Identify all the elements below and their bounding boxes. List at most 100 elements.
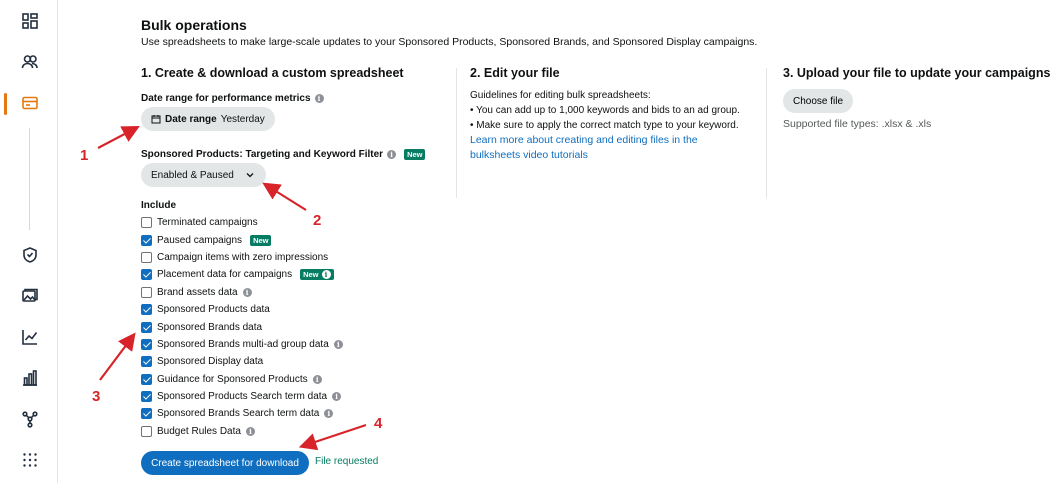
calendar-icon xyxy=(151,115,161,124)
column-divider xyxy=(766,68,767,198)
page-title: Bulk operations xyxy=(141,17,247,33)
include-option-label: Sponsored Products data xyxy=(157,304,270,316)
include-option-label: Brand assets data xyxy=(157,286,238,298)
include-checkbox[interactable] xyxy=(141,391,152,403)
integrations-icon[interactable] xyxy=(20,409,40,429)
new-badge: New xyxy=(404,149,426,160)
include-checkbox[interactable] xyxy=(141,217,152,229)
dashboard-icon[interactable] xyxy=(20,11,40,31)
include-option-row[interactable]: Sponsored Products data xyxy=(141,301,441,318)
include-option-row[interactable]: Brand assets data i xyxy=(141,284,441,301)
nav-divider xyxy=(29,128,30,230)
annotation-number-1: 1 xyxy=(80,147,89,164)
include-option-row[interactable]: Campaign items with zero impressions xyxy=(141,249,441,266)
supported-file-types: Supported file types: .xlsx & .xls xyxy=(783,118,932,130)
include-option-row[interactable]: Paused campaigns New xyxy=(141,231,441,248)
include-checkbox[interactable] xyxy=(141,321,152,333)
active-nav-indicator xyxy=(4,93,7,115)
brand-safety-icon[interactable] xyxy=(20,245,40,265)
include-option-label: Campaign items with zero impressions xyxy=(157,251,329,263)
annotation-arrow xyxy=(97,125,140,149)
filter-label: Sponsored Products: Targeting and Keywor… xyxy=(141,149,426,160)
reports-icon[interactable] xyxy=(20,327,40,347)
include-option-row[interactable]: Sponsored Brands multi-ad group data i xyxy=(141,336,441,353)
include-option-row[interactable]: Sponsored Brands Search term data i xyxy=(141,405,441,422)
column-divider xyxy=(456,68,457,198)
guidelines-heading: Guidelines for editing bulk spreadsheets… xyxy=(470,90,651,101)
info-icon[interactable]: i xyxy=(312,374,322,384)
date-range-label: Date range for performance metrics i xyxy=(141,93,324,104)
left-nav-sidebar xyxy=(0,0,58,483)
include-checkbox[interactable] xyxy=(141,373,152,385)
filter-dropdown-value: Enabled & Paused xyxy=(151,169,234,181)
info-icon[interactable]: i xyxy=(321,270,331,280)
filter-dropdown[interactable]: Enabled & Paused xyxy=(141,163,266,187)
media-icon[interactable] xyxy=(20,286,40,306)
tutorials-link[interactable]: Learn more about creating and editing fi… xyxy=(470,134,698,161)
include-option-row[interactable]: Guidance for Sponsored Products i xyxy=(141,371,441,388)
date-range-button[interactable]: Date range Yesterday xyxy=(141,107,275,131)
new-badge: New i xyxy=(300,269,334,281)
campaigns-icon[interactable] xyxy=(20,93,40,113)
include-checkbox[interactable] xyxy=(141,286,152,298)
include-option-label: Guidance for Sponsored Products xyxy=(157,373,308,385)
info-icon[interactable]: i xyxy=(314,94,324,103)
include-checkbox[interactable] xyxy=(141,251,152,263)
include-option-label: Sponsored Products Search term data xyxy=(157,391,328,403)
include-option-label: Sponsored Brands multi-ad group data xyxy=(157,338,329,350)
main-content: Bulk operations Use spreadsheets to make… xyxy=(58,0,1054,483)
choose-file-button[interactable]: Choose file xyxy=(783,89,853,113)
filter-label-text: Sponsored Products: Targeting and Keywor… xyxy=(141,149,384,160)
create-spreadsheet-button[interactable]: Create spreadsheet for download xyxy=(141,451,309,475)
include-checkbox[interactable] xyxy=(141,269,152,281)
annotation-number-4: 4 xyxy=(374,415,383,432)
info-icon[interactable]: i xyxy=(242,287,252,297)
step2-title: 2. Edit your file xyxy=(470,66,560,80)
include-option-row[interactable]: Placement data for campaigns New i xyxy=(141,266,441,283)
date-range-label-text: Date range for performance metrics xyxy=(141,93,311,104)
include-option-row[interactable]: Terminated campaigns xyxy=(141,214,441,231)
guideline-bullet: • Make sure to apply the correct match t… xyxy=(470,120,739,131)
guideline-bullet: • You can add up to 1,000 keywords and b… xyxy=(470,105,740,116)
info-icon[interactable]: i xyxy=(245,426,255,436)
page-subtitle: Use spreadsheets to make large-scale upd… xyxy=(141,36,758,48)
step3-title: 3. Upload your file to update your campa… xyxy=(783,66,1051,80)
include-option-label: Sponsored Brands Search term data xyxy=(157,408,320,420)
annotation-number-3: 3 xyxy=(92,388,101,405)
include-option-label: Terminated campaigns xyxy=(157,217,258,229)
include-checkbox[interactable] xyxy=(141,234,152,246)
chevron-down-icon xyxy=(246,173,254,178)
info-icon[interactable]: i xyxy=(324,409,334,419)
include-option-label: Budget Rules Data xyxy=(157,425,241,437)
include-option-row[interactable]: Sponsored Products Search term data i xyxy=(141,388,441,405)
annotation-arrow xyxy=(99,332,136,381)
include-checkbox[interactable] xyxy=(141,338,152,350)
include-checkbox[interactable] xyxy=(141,356,152,368)
include-option-label: Paused campaigns xyxy=(157,234,243,246)
step1-title: 1. Create & download a custom spreadshee… xyxy=(141,66,404,80)
include-option-label: Sponsored Display data xyxy=(157,356,264,368)
new-badge-text: New xyxy=(303,270,319,280)
include-checkbox[interactable] xyxy=(141,304,152,316)
include-option-row[interactable]: Budget Rules Data i xyxy=(141,423,441,440)
audiences-icon[interactable] xyxy=(20,52,40,72)
edit-guidelines: Guidelines for editing bulk spreadsheets… xyxy=(470,88,740,163)
new-badge: New xyxy=(250,234,272,246)
info-icon[interactable]: i xyxy=(332,392,342,402)
annotation-number-2: 2 xyxy=(313,212,322,229)
include-option-row[interactable]: Sponsored Display data xyxy=(141,353,441,370)
include-option-label: Placement data for campaigns xyxy=(157,269,293,281)
include-options: Include Terminated campaigns Paused campa… xyxy=(141,200,441,440)
info-icon[interactable]: i xyxy=(387,150,397,159)
apps-grid-icon[interactable] xyxy=(20,450,40,470)
include-checkbox[interactable] xyxy=(141,408,152,420)
include-option-row[interactable]: Sponsored Brands data xyxy=(141,318,441,335)
date-range-value: Yesterday xyxy=(220,113,265,125)
info-icon[interactable]: i xyxy=(333,339,343,349)
include-checkbox[interactable] xyxy=(141,425,152,437)
file-requested-status: File requested xyxy=(315,456,379,467)
include-title: Include xyxy=(141,200,177,211)
include-option-label: Sponsored Brands data xyxy=(157,321,263,333)
date-range-button-label: Date range xyxy=(165,113,217,125)
measurement-icon[interactable] xyxy=(20,368,40,388)
